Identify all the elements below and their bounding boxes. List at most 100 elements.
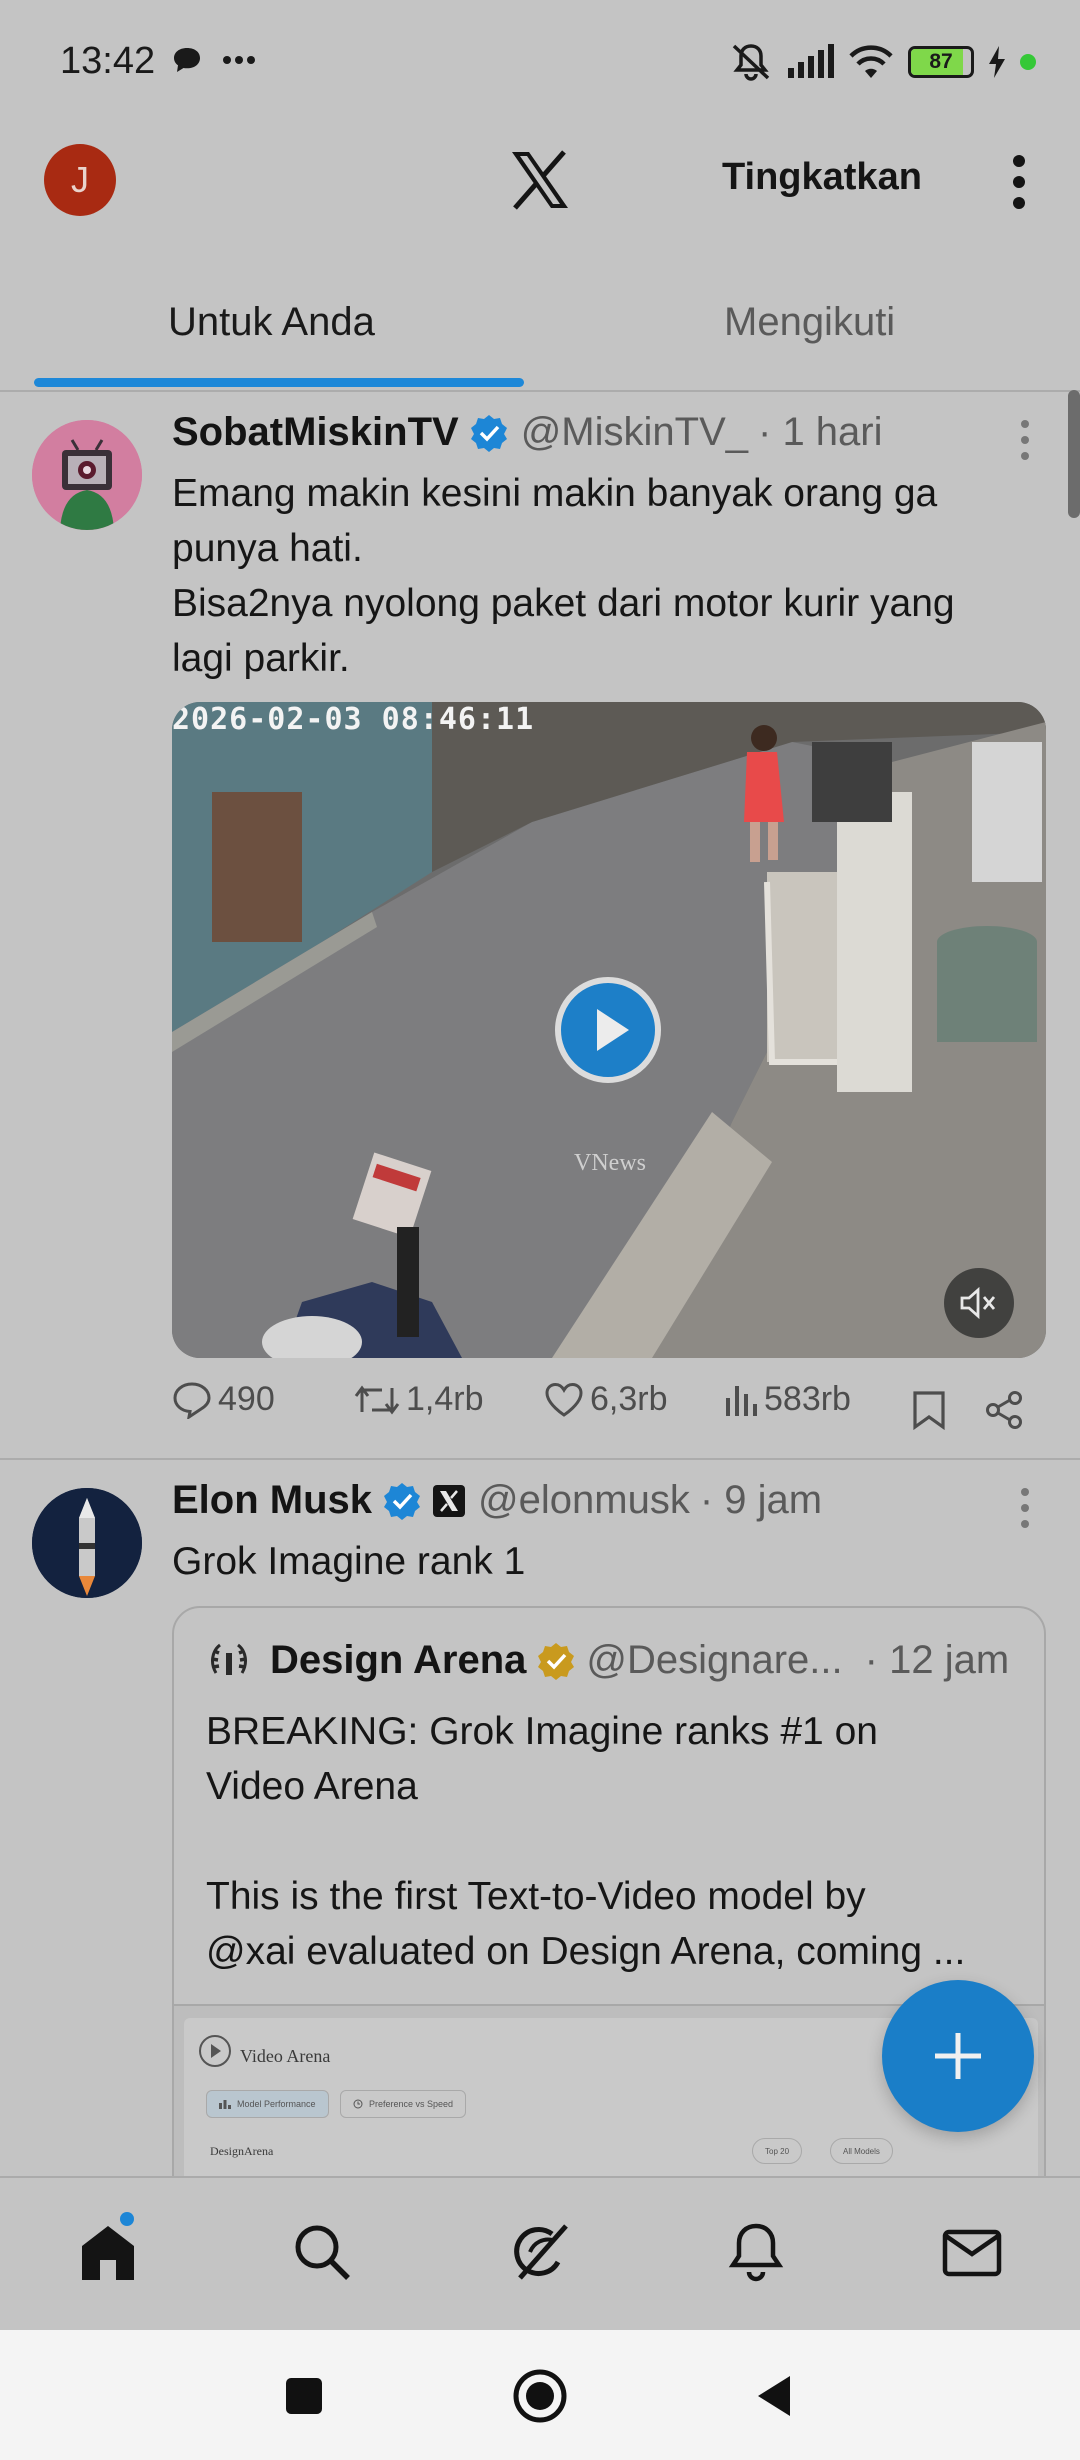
post-author-handle[interactable]: @MiskinTV_	[521, 410, 748, 455]
feed-tabs: Untuk Anda Mengikuti	[0, 268, 1080, 392]
repost-button[interactable]: 1,4rb	[354, 1380, 484, 1419]
quoted-text-line: BREAKING: Grok Imagine ranks #1 on	[206, 1710, 878, 1753]
quoted-image-title: Video Arena	[240, 2046, 331, 2066]
quoted-image-tab: Model Performance	[206, 2090, 329, 2118]
heart-icon	[545, 1382, 583, 1417]
reply-icon	[173, 1381, 211, 1419]
rocket-avatar-icon	[32, 1488, 142, 1598]
wifi-icon	[849, 45, 893, 78]
repost-icon	[354, 1385, 400, 1414]
post-author-name[interactable]: Elon Musk	[172, 1478, 372, 1523]
verified-badge-icon	[470, 414, 507, 452]
post-divider	[0, 1458, 1080, 1460]
quoted-image-brand: DesignArena	[210, 2144, 274, 2158]
status-bar: 13:42 87	[0, 0, 1080, 128]
bell-icon[interactable]	[724, 2220, 788, 2284]
speaker-muted-icon	[960, 1287, 996, 1319]
quoted-image-select: All Models	[830, 2138, 893, 2164]
status-left-icons	[172, 46, 256, 74]
quoted-post-header: Design Arena @Designare... · 12 jam	[206, 1638, 1009, 1683]
plus-icon	[935, 2033, 981, 2079]
post-author-avatar[interactable]	[32, 1488, 142, 1598]
active-dot-icon	[1020, 54, 1036, 70]
search-icon[interactable]	[290, 2220, 354, 2284]
vibrate-off-icon	[732, 44, 770, 81]
views-button[interactable]: 583rb	[724, 1380, 851, 1419]
signal-icon	[788, 44, 834, 78]
post-more-icon[interactable]	[1019, 1486, 1031, 1530]
post-actions: 490 1,4rb 6,3rb 583rb	[172, 1380, 1046, 1440]
status-right-icons: 87	[730, 42, 1036, 82]
post-header: SobatMiskinTV @MiskinTV_ · 1 hari	[172, 410, 883, 455]
post-more-icon[interactable]	[1019, 418, 1031, 462]
post-text-line: punya hati.	[172, 527, 363, 570]
bookmark-icon[interactable]	[912, 1390, 946, 1430]
chat-bubble-icon	[174, 48, 200, 72]
like-count: 6,3rb	[590, 1380, 668, 1418]
quoted-image-select: Top 20	[752, 2138, 803, 2164]
post-author-name[interactable]: SobatMiskinTV	[172, 410, 459, 455]
tv-mascot-icon	[32, 420, 142, 530]
quoted-text-line: This is the first Text-to-Video model by	[206, 1875, 866, 1918]
active-tab-indicator	[34, 378, 524, 387]
play-icon[interactable]	[555, 977, 661, 1083]
more-vertical-icon[interactable]	[1006, 154, 1032, 210]
mail-icon[interactable]	[940, 2220, 1004, 2284]
video-arena-logo-icon	[199, 2035, 231, 2067]
battery-icon: 87	[908, 46, 974, 78]
post-author-avatar[interactable]	[32, 420, 142, 530]
compose-button[interactable]	[882, 1980, 1034, 2132]
back-triangle-icon[interactable]	[746, 2366, 806, 2426]
home-icon[interactable]	[76, 2220, 140, 2284]
post-text-line: Emang makin kesini makin banyak orang ga	[172, 472, 938, 515]
quoted-author-name[interactable]: Design Arena	[270, 1638, 526, 1683]
post-time: · 1 hari	[758, 410, 883, 454]
recents-square-icon[interactable]	[274, 2366, 334, 2426]
system-navigation-bar	[0, 2330, 1080, 2460]
quoted-image-tab-label: Preference vs Speed	[369, 2099, 454, 2109]
post-video[interactable]: 2026-02-03 08:46:11 VNews	[172, 702, 1046, 1358]
scrollbar-thumb[interactable]	[1068, 390, 1080, 518]
verified-badge-icon	[384, 1482, 421, 1520]
share-icon[interactable]	[984, 1390, 1024, 1430]
charging-icon	[989, 46, 1005, 78]
post-time: · 9 jam	[699, 1478, 823, 1522]
quoted-text-line: Video Arena	[206, 1765, 418, 1808]
reply-count: 490	[218, 1380, 275, 1418]
post-text: Grok Imagine rank 1	[172, 1540, 526, 1583]
repost-count: 1,4rb	[406, 1380, 484, 1418]
views-chart-icon	[726, 1385, 757, 1416]
post-text-line: lagi parkir.	[172, 637, 350, 680]
post-author-handle[interactable]: @elonmusk	[478, 1478, 690, 1523]
home-notification-dot	[120, 2212, 134, 2226]
x-logo-icon[interactable]	[508, 148, 572, 212]
status-time: 13:42	[60, 40, 156, 82]
reply-button[interactable]: 490	[172, 1380, 275, 1419]
verified-gold-badge-icon	[538, 1642, 575, 1680]
views-count: 583rb	[764, 1380, 851, 1418]
video-watermark: VNews	[574, 1150, 646, 1176]
tab-for-you[interactable]: Untuk Anda	[168, 300, 375, 345]
laurel-icon	[211, 1643, 247, 1675]
bar-chart-icon	[219, 2100, 231, 2109]
x-badge-icon	[433, 1484, 466, 1517]
like-button[interactable]: 6,3rb	[544, 1380, 668, 1419]
quoted-post-text: BREAKING: Grok Imagine ranks #1 on Video…	[206, 1704, 1026, 1979]
quoted-post-time: · 12 jam	[864, 1638, 1010, 1682]
profile-avatar[interactable]: J	[44, 144, 116, 216]
post-text: Emang makin kesini makin banyak orang ga…	[172, 466, 955, 686]
quoted-image-tab: Preference vs Speed	[340, 2090, 467, 2118]
home-circle-icon[interactable]	[510, 2366, 570, 2426]
quoted-text-line	[206, 1814, 1026, 1869]
post-header: Elon Musk @elonmusk · 9 jam	[172, 1478, 822, 1523]
quoted-author-handle[interactable]: @Designare...	[586, 1638, 842, 1683]
grok-icon[interactable]	[508, 2220, 572, 2284]
more-dots-icon	[223, 56, 255, 64]
clock-icon	[353, 2099, 363, 2109]
video-timestamp-overlay: 2026-02-03 08:46:11	[172, 702, 535, 737]
upgrade-button[interactable]: Tingkatkan	[722, 156, 922, 199]
quoted-text-line: @xai evaluated on Design Arena, coming .…	[206, 1930, 966, 1973]
quoted-image-tab-label: Model Performance	[237, 2099, 316, 2109]
tab-following[interactable]: Mengikuti	[724, 300, 895, 345]
mute-button[interactable]	[944, 1268, 1014, 1338]
